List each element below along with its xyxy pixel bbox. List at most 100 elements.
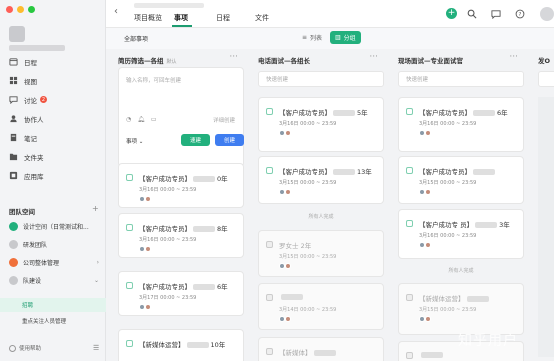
sidebar-item-label: 文件夹	[24, 153, 44, 162]
quick-create-button[interactable]: 速建	[181, 134, 210, 146]
assignee-avatars	[139, 196, 151, 202]
sidebar-item-label: 讨论	[24, 96, 37, 105]
tab-schedule[interactable]: 日程	[216, 13, 230, 23]
task-checkbox[interactable]	[126, 340, 133, 347]
item-type-select[interactable]: 事项 ⌄	[126, 137, 143, 145]
task-card[interactable]: 【新媒体运营】 3月15日 00:00 ~ 23:59	[398, 283, 524, 335]
task-checkbox[interactable]	[406, 352, 413, 359]
help-link[interactable]: 使用帮助	[9, 344, 41, 352]
assignee-avatars	[139, 304, 151, 310]
view-group-button[interactable]: ▥ 分组	[330, 31, 361, 44]
add-team-button[interactable]: +	[92, 204, 99, 213]
sidebar-item-folder[interactable]: 文件夹	[0, 147, 106, 166]
quick-create-input[interactable]: 快速创建	[398, 71, 524, 87]
task-title-text: 【新媒体运营】	[139, 341, 185, 349]
more-icon[interactable]: ···	[509, 52, 518, 62]
chevron-right-icon[interactable]: ›	[97, 259, 99, 266]
back-icon[interactable]: ‹	[114, 6, 118, 17]
task-card[interactable]: 罗女士 2年 3月15日 00:00 ~ 23:59	[258, 230, 384, 277]
sidebar-item-view[interactable]: 视图	[0, 71, 106, 90]
task-checkbox[interactable]	[126, 174, 133, 181]
task-checkbox[interactable]	[266, 108, 273, 115]
bell-icon[interactable]: 🔔︎	[137, 116, 145, 123]
task-checkbox[interactable]	[406, 220, 413, 227]
minimize-window-button[interactable]	[17, 6, 24, 13]
task-checkbox[interactable]	[406, 108, 413, 115]
collapse-sidebar-icon[interactable]: ☰	[93, 344, 99, 352]
task-card[interactable]: 【新媒体】	[258, 337, 384, 361]
quick-create-input[interactable]: 快速创建	[258, 71, 384, 87]
team-item[interactable]: 队建设 ⌄	[0, 272, 106, 289]
chevron-down-icon[interactable]: ⌄	[94, 277, 99, 284]
column-title: 电话面试—各组长	[258, 57, 310, 65]
task-card[interactable]: 【客户成功专员】 0年 3月16日 00:00 ~ 23:59	[118, 163, 244, 208]
task-checkbox[interactable]	[406, 294, 413, 301]
sidebar-item-collaborators[interactable]: 协作人	[0, 109, 106, 128]
task-checkbox[interactable]	[406, 167, 413, 174]
quick-create-input[interactable]	[538, 71, 554, 87]
user-avatar[interactable]	[540, 7, 554, 21]
add-icon[interactable]: +	[446, 8, 457, 19]
task-checkbox[interactable]	[126, 224, 133, 231]
message-icon[interactable]	[490, 8, 501, 19]
tab-files[interactable]: 文件	[255, 13, 269, 23]
kanban-column: 发O	[532, 49, 554, 361]
sidebar-item-apps[interactable]: 应用库	[0, 166, 106, 185]
close-window-button[interactable]	[6, 6, 13, 13]
sidebar-item-label: 日程	[24, 58, 37, 67]
task-checkbox[interactable]	[266, 241, 273, 248]
task-checkbox[interactable]	[266, 294, 273, 301]
create-button[interactable]: 创建	[215, 134, 244, 146]
tab-items[interactable]: 事项	[174, 13, 188, 23]
task-date: 3月16日 00:00 ~ 23:59	[419, 233, 477, 239]
tab-overview[interactable]: 项目概览	[134, 13, 162, 23]
sidebar-item-discussion[interactable]: 讨论 2	[0, 90, 106, 109]
task-card[interactable]: 【客户成功专员】 5年 3月16日 00:00 ~ 23:59	[258, 97, 384, 152]
new-item-card: 输入名称，可回车创建 ◔ 🔔︎ ▭ 详细创建 事项 ⌄ 速建 创建	[118, 67, 244, 167]
task-card[interactable]: 【客户成功专员】 3月15日 00:00 ~ 23:59	[398, 156, 524, 204]
task-title-suffix: 6年	[497, 109, 508, 117]
assignee-avatars	[279, 189, 291, 195]
column-title-text: 简历筛选—各组	[118, 57, 164, 65]
task-card[interactable]: 【新媒体运营】 10年	[118, 329, 244, 361]
task-checkbox[interactable]	[266, 167, 273, 174]
task-date: 3月15日 00:00 ~ 23:59	[419, 180, 477, 186]
help-icon[interactable]: ?	[514, 8, 525, 19]
task-checkbox[interactable]	[126, 282, 133, 289]
all-items-filter[interactable]: 全部事项	[124, 34, 148, 43]
search-icon[interactable]	[466, 8, 477, 19]
clock-icon[interactable]: ◔	[126, 116, 131, 123]
task-card[interactable]: 【客户成功专员】 6年 3月17日 00:00 ~ 23:59	[118, 271, 244, 316]
team-space-title: 团队空间	[9, 208, 35, 216]
sidebar-subitem-focus[interactable]: 重点关注人员管理	[0, 314, 106, 328]
task-card[interactable]: 【客户成功专 员】 3年 3月16日 00:00 ~ 23:59	[398, 209, 524, 259]
task-checkbox[interactable]	[266, 348, 273, 355]
note-icon	[9, 133, 18, 142]
sidebar-item-calendar[interactable]: 日程	[0, 52, 106, 71]
team-item[interactable]: 研发团队	[0, 236, 106, 253]
task-title: 【新媒体运营】	[419, 293, 491, 303]
more-icon[interactable]: ···	[229, 52, 238, 62]
task-card[interactable]: 【客户成功专员】 6年 3月16日 00:00 ~ 23:59	[398, 97, 524, 152]
more-icon[interactable]: ···	[369, 52, 378, 62]
group-icon: ▥	[335, 34, 341, 41]
workspace-avatar[interactable]	[9, 26, 25, 42]
sidebar-subitem-recruit[interactable]: 招聘	[0, 298, 106, 312]
detail-create-link[interactable]: 详细创建	[213, 116, 235, 124]
item-name-input[interactable]: 输入名称，可回车创建	[126, 76, 181, 84]
task-title: 【新媒体运营】 10年	[139, 339, 225, 349]
task-date: 3月16日 00:00 ~ 23:59	[279, 121, 337, 127]
task-card[interactable]: 3月14日 00:00 ~ 23:59	[258, 283, 384, 330]
task-card[interactable]: 【客户成功专员】 13年 3月15日 00:00 ~ 23:59	[258, 156, 384, 204]
team-item[interactable]: 设计空间（日常测试和...	[0, 218, 106, 235]
assignee-avatars	[419, 242, 431, 248]
view-list-button[interactable]: ≡ 列表	[302, 33, 322, 42]
apps-icon	[9, 171, 18, 180]
task-card[interactable]: 【客户成功专员】 8年 3月16日 00:00 ~ 23:59	[118, 213, 244, 258]
sidebar-item-notes[interactable]: 笔记	[0, 128, 106, 147]
team-item[interactable]: 公司整体管理 ›	[0, 254, 106, 271]
task-title	[279, 293, 305, 301]
maximize-window-button[interactable]	[28, 6, 35, 13]
file-icon[interactable]: ▭	[151, 116, 157, 123]
active-tab-indicator	[172, 25, 192, 27]
